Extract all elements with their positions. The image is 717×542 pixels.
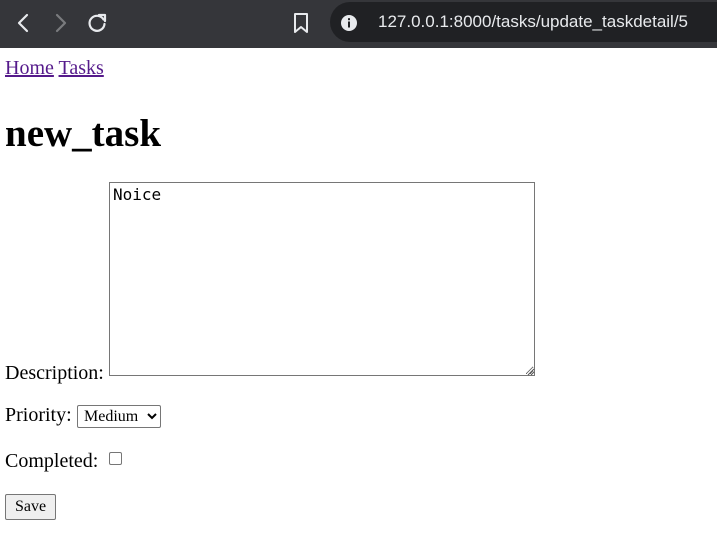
completed-checkbox[interactable] [109, 452, 122, 465]
chevron-right-icon [55, 13, 67, 33]
save-button[interactable]: Save [5, 494, 56, 520]
info-icon[interactable] [340, 14, 358, 32]
completed-label: Completed: [5, 450, 99, 472]
forward-button[interactable] [46, 8, 76, 38]
priority-label: Priority: [5, 404, 72, 426]
page-content: Home Tasks new_task Description: Noice P… [5, 56, 711, 520]
reload-button[interactable] [82, 8, 112, 38]
reload-icon [88, 13, 107, 32]
page-title: new_task [5, 112, 162, 155]
resize-grip-icon[interactable] [525, 366, 535, 376]
chevron-left-icon [17, 13, 29, 33]
back-button[interactable] [8, 8, 38, 38]
priority-select[interactable]: Medium [77, 405, 161, 428]
url-text[interactable]: 127.0.0.1:8000/tasks/update_taskdetail/5 [378, 10, 688, 34]
description-textarea[interactable]: Noice [109, 182, 535, 376]
description-label: Description: [5, 362, 104, 384]
bookmark-button[interactable] [286, 8, 316, 38]
tasks-link[interactable]: Tasks [59, 57, 104, 79]
breadcrumb: Home Tasks [5, 56, 711, 80]
browser-toolbar: 127.0.0.1:8000/tasks/update_taskdetail/5 [0, 0, 717, 48]
bookmark-icon [294, 13, 308, 33]
home-link[interactable]: Home [5, 57, 54, 79]
